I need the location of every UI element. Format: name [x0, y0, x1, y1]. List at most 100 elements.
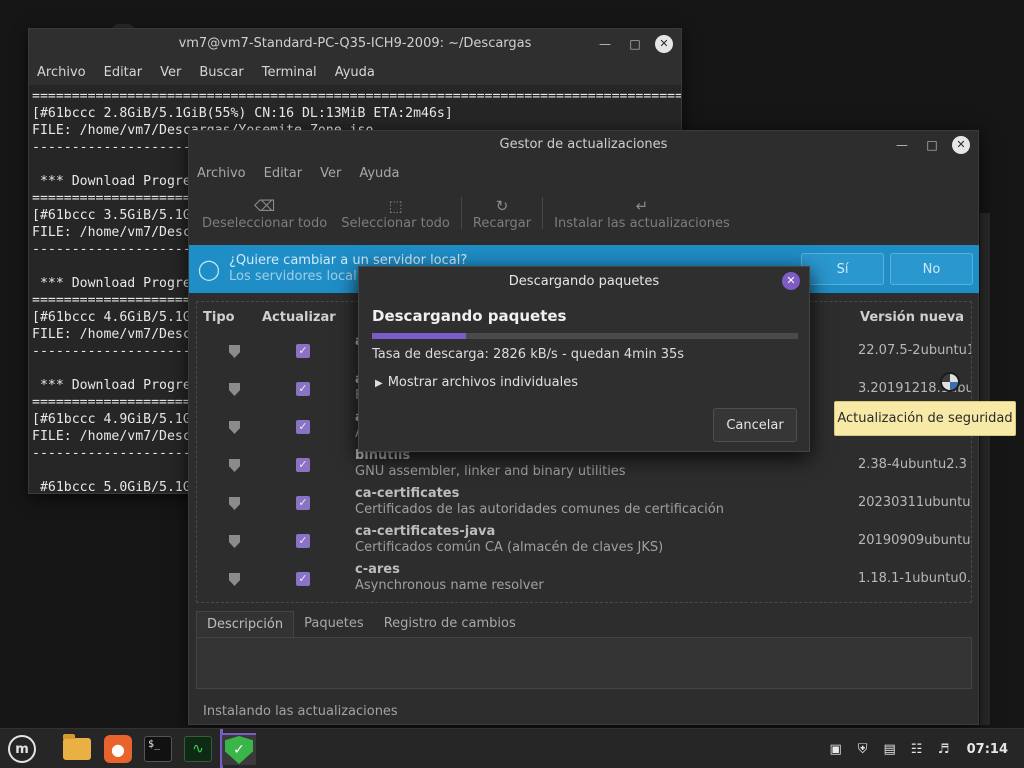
toolbar-separator	[542, 197, 544, 229]
download-dialog[interactable]: Descargando paquetes ✕ Descargando paque…	[358, 266, 810, 452]
clipboard-icon[interactable]: ▤	[882, 741, 898, 757]
system-monitor-launcher[interactable]: ∿	[181, 733, 215, 765]
system-tray: ▣ ⛨ ▤ ☷ ♬ 07:14	[828, 729, 1024, 768]
network-icon[interactable]: ☷	[909, 741, 925, 757]
background-window-edge	[980, 213, 990, 725]
update-checkbox[interactable]: ✓	[296, 458, 310, 472]
security-shield-icon	[229, 421, 240, 434]
close-icon[interactable]: ✕	[952, 136, 970, 154]
firefox-launcher[interactable]: ●	[101, 733, 135, 765]
update-checkbox[interactable]: ✓	[296, 572, 310, 586]
table-row[interactable]: ✓ ca-certificates Certificados de las auto…	[197, 484, 971, 522]
menu-archivo[interactable]: Archivo	[37, 65, 86, 80]
toolbar-separator	[460, 197, 462, 229]
update-manager-title: Gestor de actualizaciones	[499, 137, 668, 152]
menu-ayuda[interactable]: Ayuda	[335, 65, 375, 80]
close-icon[interactable]: ✕	[655, 35, 673, 53]
install-updates-label: Instalar las actualizaciones	[554, 215, 730, 231]
package-version: 20190909ubuntu1	[858, 533, 972, 548]
mint-logo-icon: m	[8, 735, 36, 763]
infobar-yes-button[interactable]: Sí	[801, 253, 884, 285]
update-checkbox[interactable]: ✓	[296, 496, 310, 510]
tab-registro-cambios[interactable]: Registro de cambios	[374, 611, 526, 637]
update-checkbox[interactable]: ✓	[296, 534, 310, 548]
infobar-no-button[interactable]: No	[890, 253, 973, 285]
menu-ayuda[interactable]: Ayuda	[359, 166, 399, 181]
security-shield-icon	[229, 459, 240, 472]
security-shield-icon	[229, 383, 240, 396]
install-updates-button[interactable]: ↵ Instalar las actualizaciones	[547, 187, 737, 239]
tooltip: Actualización de seguridad	[834, 401, 1016, 436]
show-files-expander[interactable]: ▶ Mostrar archivos individuales	[375, 375, 578, 390]
update-manager-launcher[interactable]: ✓	[222, 733, 256, 765]
system-monitor-icon: ∿	[184, 736, 212, 762]
start-menu-button[interactable]: m	[6, 734, 38, 764]
dialog-heading: Descargando paquetes	[372, 307, 567, 325]
minimize-icon[interactable]: —	[892, 135, 912, 155]
column-update[interactable]: Actualizar	[262, 310, 336, 325]
files-launcher[interactable]	[60, 733, 94, 765]
update-manager-toolbar: ⌫ Deseleccionar todo ⬚ Seleccionar todo …	[189, 187, 978, 239]
taskbar: m ● $_ ∿ ✓ ▣ ⛨ ▤ ☷ ♬ 07:14	[0, 728, 1024, 768]
column-new-version[interactable]: Versión nueva	[860, 310, 964, 325]
progress-fill	[372, 333, 466, 339]
update-manager-titlebar[interactable]: Gestor de actualizaciones — □ ✕	[189, 131, 978, 159]
select-all-button[interactable]: ⬚ Seleccionar todo	[334, 187, 457, 239]
minimize-icon[interactable]: —	[595, 34, 615, 54]
deselect-all-button[interactable]: ⌫ Deseleccionar todo	[195, 187, 334, 239]
dialog-titlebar[interactable]: Descargando paquetes ✕	[359, 267, 809, 297]
security-shield-icon	[229, 573, 240, 586]
select-all-icon: ⬚	[388, 196, 403, 215]
download-progress-bar	[372, 333, 798, 339]
folder-icon	[63, 734, 91, 760]
clock[interactable]: 07:14	[967, 742, 1008, 757]
update-checkbox[interactable]: ✓	[296, 344, 310, 358]
menu-editar[interactable]: Editar	[104, 65, 143, 80]
select-all-label: Seleccionar todo	[341, 215, 450, 231]
terminal-launcher[interactable]: $_	[141, 733, 175, 765]
column-type[interactable]: Tipo	[203, 310, 235, 325]
enter-icon: ↵	[635, 196, 649, 215]
menu-ver[interactable]: Ver	[160, 65, 181, 80]
update-checkbox[interactable]: ✓	[296, 420, 310, 434]
volume-icon[interactable]: ♬	[936, 741, 952, 757]
table-row[interactable]: ✓ c-ares Asynchronous name resolver 1.18.1-…	[197, 560, 971, 598]
update-manager-menubar: Archivo Editar Ver Ayuda	[189, 159, 978, 187]
security-update-icon[interactable]	[940, 372, 960, 392]
menu-ver[interactable]: Ver	[320, 166, 341, 181]
dialog-title: Descargando paquetes	[508, 274, 660, 289]
notifications-icon[interactable]: ▣	[828, 741, 844, 757]
security-shield-icon	[229, 497, 240, 510]
tab-descripcion[interactable]: Descripción	[196, 611, 295, 637]
close-icon[interactable]: ✕	[782, 272, 800, 290]
triangle-right-icon: ▶	[375, 378, 383, 389]
terminal-menubar: Archivo Editar Ver Buscar Terminal Ayuda	[29, 59, 681, 85]
package-description: Certificados común CA (almacén de claves…	[355, 540, 664, 555]
shield-check-icon: ✓	[225, 736, 253, 764]
package-name: ca-certificates	[355, 486, 460, 501]
expander-label: Mostrar archivos individuales	[387, 375, 578, 390]
terminal-titlebar[interactable]: vm7@vm7-Standard-PC-Q35-ICH9-2009: ~/Des…	[29, 29, 681, 59]
package-description: Asynchronous name resolver	[355, 578, 544, 593]
menu-terminal[interactable]: Terminal	[262, 65, 317, 80]
terminal-title: vm7@vm7-Standard-PC-Q35-ICH9-2009: ~/Des…	[178, 36, 532, 51]
package-version: 2.38-4ubuntu2.3	[858, 457, 967, 472]
download-rate: Tasa de descarga: 2826 kB/s - quedan 4mi…	[372, 347, 685, 362]
package-version: 20230311ubuntu0	[858, 495, 972, 510]
reload-button[interactable]: ↻ Recargar	[466, 187, 538, 239]
security-shield-icon	[229, 535, 240, 548]
update-checkbox[interactable]: ✓	[296, 382, 310, 396]
maximize-icon[interactable]: □	[625, 34, 645, 54]
package-name: c-ares	[355, 562, 400, 577]
maximize-icon[interactable]: □	[922, 135, 942, 155]
details-tabs: Descripción Paquetes Registro de cambios	[196, 611, 972, 689]
cancel-button[interactable]: Cancelar	[713, 408, 797, 442]
update-shield-icon[interactable]: ⛨	[855, 741, 871, 757]
reload-label: Recargar	[472, 215, 532, 231]
menu-buscar[interactable]: Buscar	[199, 65, 243, 80]
tab-content	[196, 637, 972, 689]
table-row[interactable]: ✓ ca-certificates-java Certificados común …	[197, 522, 971, 560]
menu-archivo[interactable]: Archivo	[197, 166, 246, 181]
menu-editar[interactable]: Editar	[264, 166, 303, 181]
tab-paquetes[interactable]: Paquetes	[294, 611, 374, 637]
